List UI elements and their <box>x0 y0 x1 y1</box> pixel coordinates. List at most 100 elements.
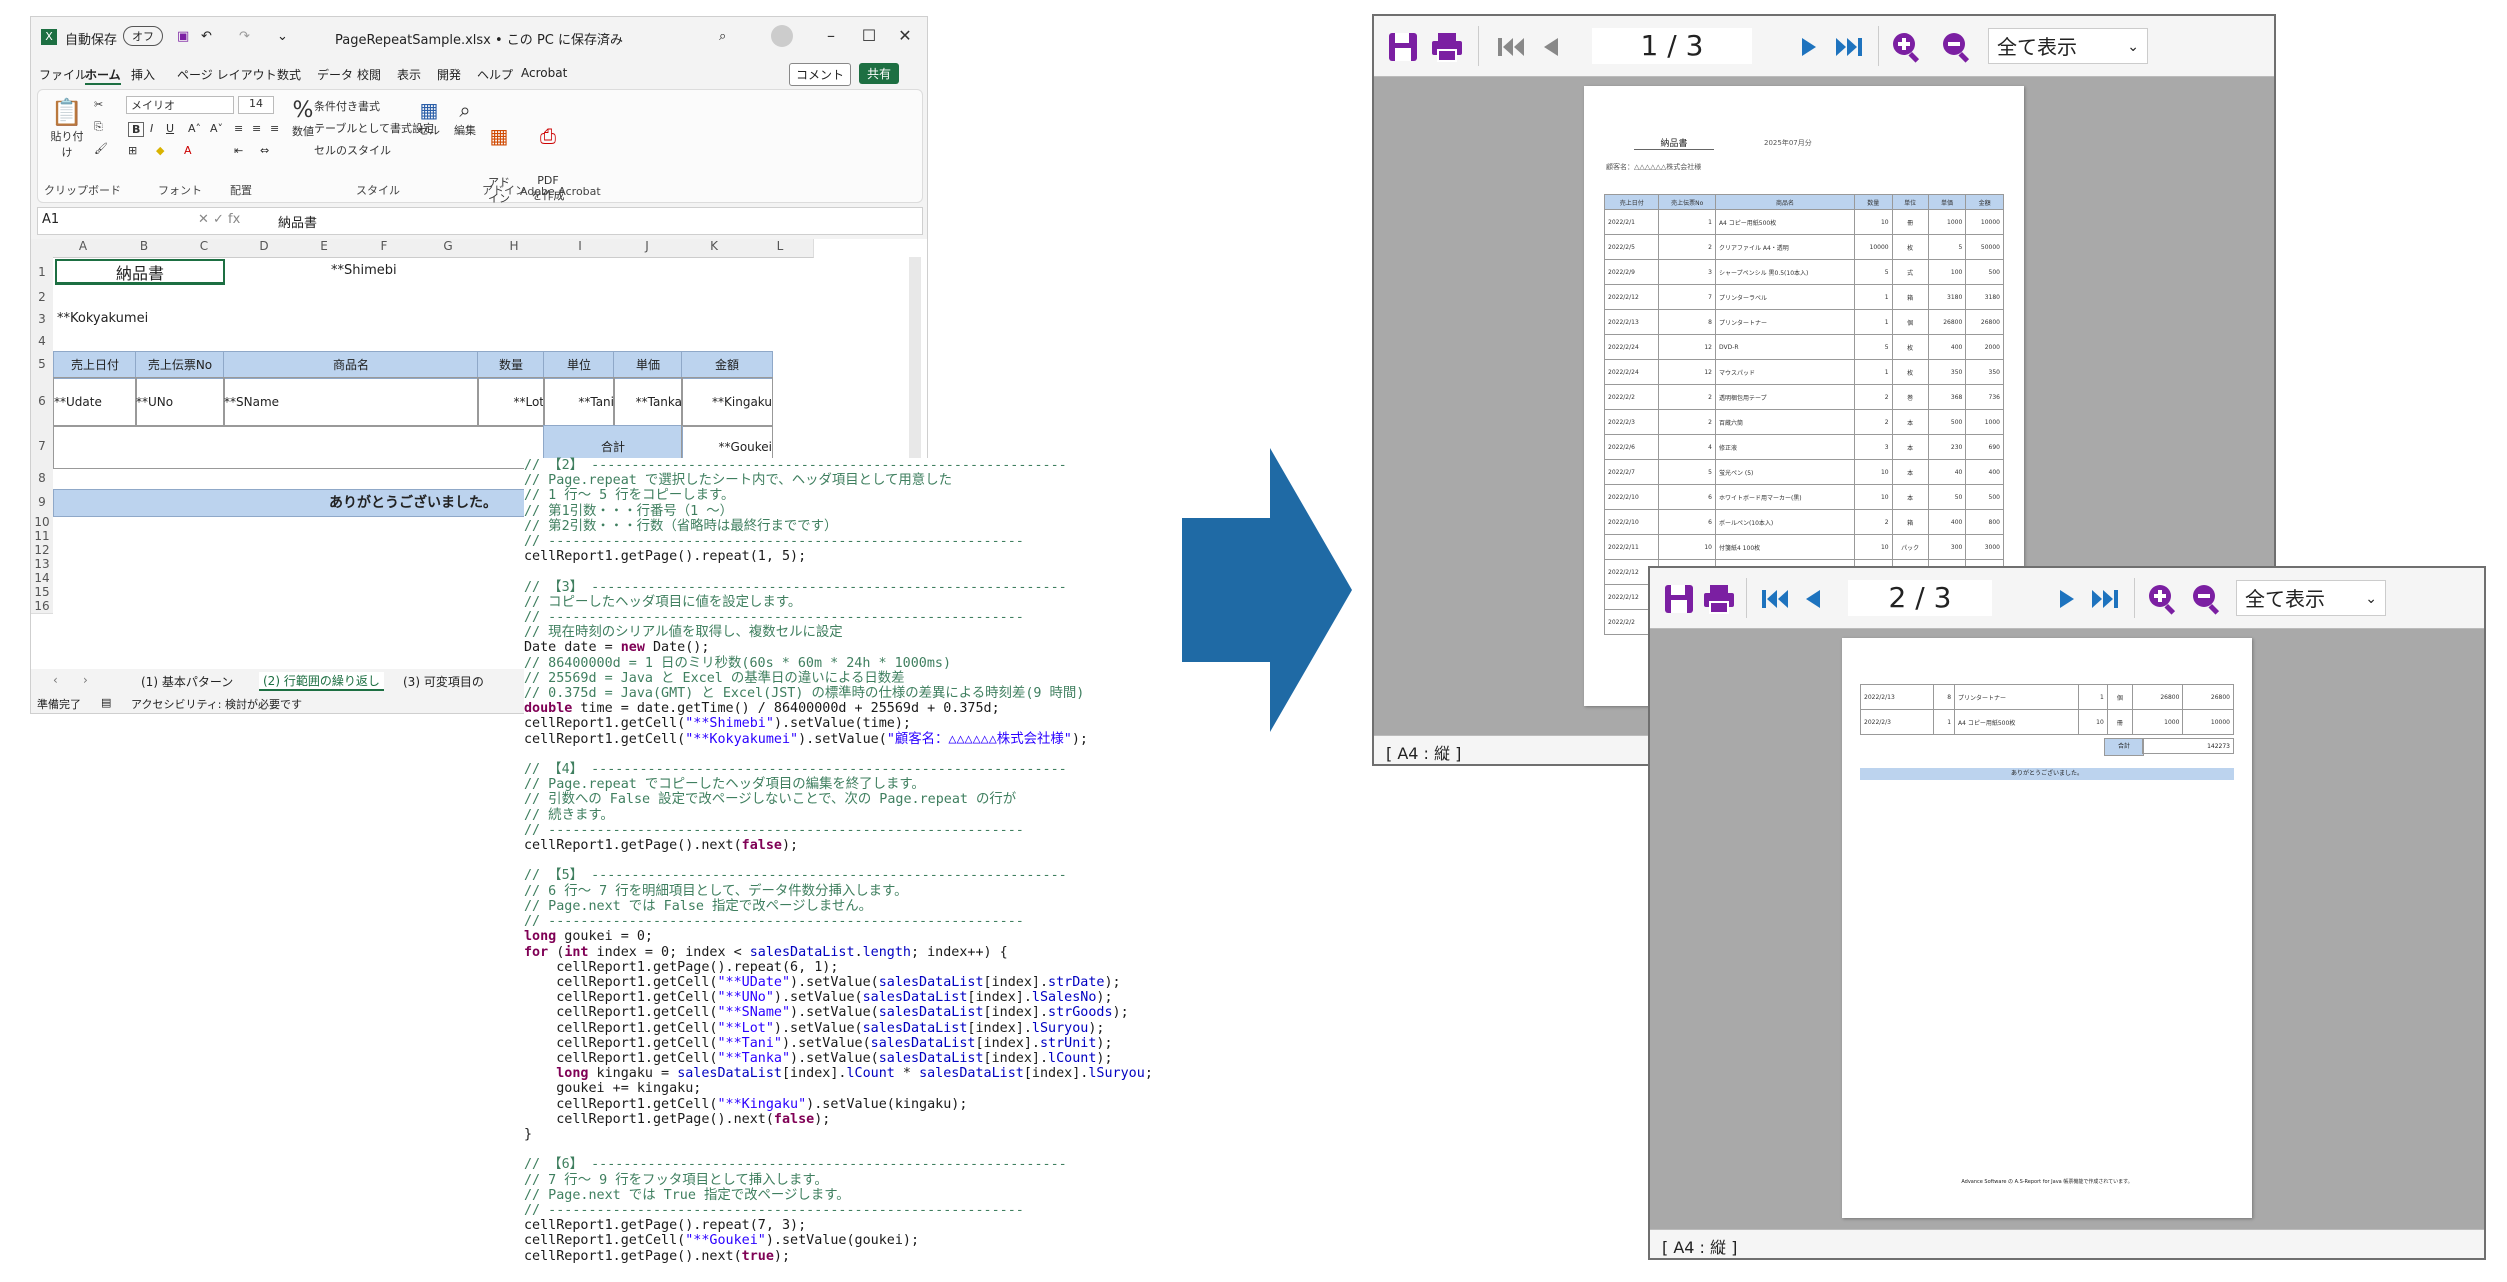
tab-file[interactable]: ファイル <box>39 66 87 83</box>
next-page-icon[interactable] <box>2050 582 2084 616</box>
header-cell[interactable]: 売上伝票No <box>135 351 225 379</box>
column-header[interactable]: H <box>481 239 548 258</box>
row-header[interactable]: 8 <box>31 467 53 490</box>
header-cell[interactable]: 売上日付 <box>53 351 137 379</box>
tab-view[interactable]: 表示 <box>397 66 421 83</box>
cut-icon[interactable]: ✂ <box>94 98 103 111</box>
header-cell[interactable]: 単位 <box>543 351 615 379</box>
column-header[interactable]: K <box>681 239 748 258</box>
tab-page-layout[interactable]: ページ レイアウト <box>177 66 277 83</box>
tab-acrobat[interactable]: Acrobat <box>521 66 567 80</box>
row-header[interactable]: 10 <box>31 515 53 530</box>
zoom-select[interactable]: 全て表示 ⌄ <box>2236 580 2386 616</box>
prev-page-icon[interactable] <box>1796 582 1830 616</box>
first-page-icon[interactable] <box>1494 30 1528 64</box>
quick-access-icon[interactable]: ⌄ <box>277 29 288 44</box>
tab-review[interactable]: 校閲 <box>357 66 381 83</box>
cell-tanka[interactable]: **Tanka <box>613 377 683 427</box>
row-header[interactable]: 14 <box>31 571 53 586</box>
save-icon[interactable]: ▣ <box>177 29 189 44</box>
print-icon[interactable] <box>1430 30 1464 64</box>
cell-shimebi[interactable]: **Shimebi <box>331 263 397 278</box>
close-icon[interactable]: ✕ <box>885 23 925 49</box>
undo-icon[interactable]: ↶ <box>201 29 212 44</box>
column-header[interactable]: I <box>547 239 614 258</box>
zoom-in-icon[interactable] <box>2146 582 2180 616</box>
cell-sname[interactable]: **SName <box>223 377 479 427</box>
fill-color-icon[interactable]: ◆ <box>156 144 164 157</box>
prev-page-icon[interactable] <box>1534 30 1568 64</box>
row-header[interactable]: 12 <box>31 543 53 558</box>
underline-icon[interactable]: U <box>166 122 174 135</box>
align-right-icon[interactable]: ≡ <box>270 122 279 135</box>
italic-icon[interactable]: I <box>150 122 153 135</box>
minimize-icon[interactable]: – <box>811 23 851 49</box>
column-header[interactable]: A <box>53 239 114 258</box>
cells-button[interactable]: ▦ セル <box>414 98 444 138</box>
copy-icon[interactable]: ⎘ <box>94 120 103 134</box>
sheet-tab[interactable]: (1) 基本パターン <box>141 673 233 690</box>
row-header[interactable]: 2 <box>31 287 53 308</box>
redo-icon[interactable]: ↷ <box>239 29 250 44</box>
column-header[interactable]: L <box>747 239 814 258</box>
row-header[interactable]: 9 <box>31 489 53 516</box>
comment-button[interactable]: コメント <box>789 63 852 86</box>
autosave-toggle[interactable]: オフ <box>123 26 163 46</box>
tab-developer[interactable]: 開発 <box>437 66 461 83</box>
cell-title[interactable]: 納品書 <box>55 259 225 285</box>
header-cell[interactable]: 商品名 <box>223 351 479 379</box>
name-box[interactable]: A1 <box>42 212 192 227</box>
zoom-out-icon[interactable] <box>1940 30 1974 64</box>
tab-home[interactable]: ホーム <box>85 66 121 85</box>
paste-button[interactable]: 📋 貼り付け <box>46 98 88 160</box>
merge-icon[interactable]: ⇔ <box>260 144 269 157</box>
column-header[interactable]: C <box>175 239 234 258</box>
row-header[interactable]: 5 <box>31 351 53 378</box>
indent-icon[interactable]: ⇤ <box>234 144 243 157</box>
file-name[interactable]: PageRepeatSample.xlsx • この PC に保存済み <box>335 29 623 48</box>
first-page-icon[interactable] <box>1758 582 1792 616</box>
zoom-out-icon[interactable] <box>2190 582 2224 616</box>
last-page-icon[interactable] <box>1832 30 1866 64</box>
bold-icon[interactable]: B <box>128 122 145 137</box>
search-icon[interactable]: ⌕ <box>719 29 726 44</box>
row-header[interactable]: 6 <box>31 377 53 426</box>
save-icon[interactable] <box>1662 582 1696 616</box>
maximize-icon[interactable]: ☐ <box>849 23 889 49</box>
cell-udate[interactable]: **Udate <box>53 377 137 427</box>
row-header[interactable]: 15 <box>31 585 53 600</box>
cell-style-button[interactable]: セルのスタイル <box>314 142 391 158</box>
row-header[interactable]: 16 <box>31 599 53 614</box>
cell-uno[interactable]: **UNo <box>135 377 225 427</box>
column-header[interactable]: D <box>233 239 296 258</box>
accessibility-status[interactable]: アクセシビリティ: 検討が必要です <box>131 696 302 712</box>
font-color-icon[interactable]: A <box>184 144 192 157</box>
page-indicator[interactable]: 1 / 3 <box>1592 28 1752 64</box>
border-icon[interactable]: ⊞ <box>128 144 137 157</box>
avatar[interactable] <box>771 25 793 47</box>
header-cell[interactable]: 単価 <box>613 351 683 379</box>
row-header[interactable]: 13 <box>31 557 53 572</box>
sheet-tab-active[interactable]: (2) 行範囲の繰り返し <box>259 672 384 691</box>
sheet-tab[interactable]: (3) 可変項目の <box>403 673 484 690</box>
cell-tani[interactable]: **Tani <box>543 377 615 427</box>
row-header[interactable]: 1 <box>31 257 53 288</box>
cell-kingaku[interactable]: **Kingaku <box>681 377 773 427</box>
tab-help[interactable]: ヘルプ <box>477 66 513 83</box>
column-header[interactable]: J <box>613 239 682 258</box>
header-cell[interactable]: 金額 <box>681 351 773 379</box>
font-shrink-icon[interactable]: A˅ <box>210 122 223 135</box>
page-indicator[interactable]: 2 / 3 <box>1848 580 1992 616</box>
cell-lot[interactable]: **Lot <box>477 377 545 427</box>
next-page-icon[interactable] <box>1792 30 1826 64</box>
row-header[interactable]: 3 <box>31 307 53 332</box>
last-page-icon[interactable] <box>2088 582 2122 616</box>
format-painter-icon[interactable]: 🖌 <box>94 142 108 155</box>
tab-next-icon[interactable]: › <box>83 673 88 687</box>
row-header[interactable]: 7 <box>31 425 53 468</box>
font-size-select[interactable]: 14 <box>238 96 274 114</box>
cell-kokyakumei[interactable]: **Kokyakumei <box>57 311 148 326</box>
align-center-icon[interactable]: ≡ <box>252 122 261 135</box>
zoom-in-icon[interactable] <box>1890 30 1924 64</box>
tab-insert[interactable]: 挿入 <box>131 66 155 83</box>
